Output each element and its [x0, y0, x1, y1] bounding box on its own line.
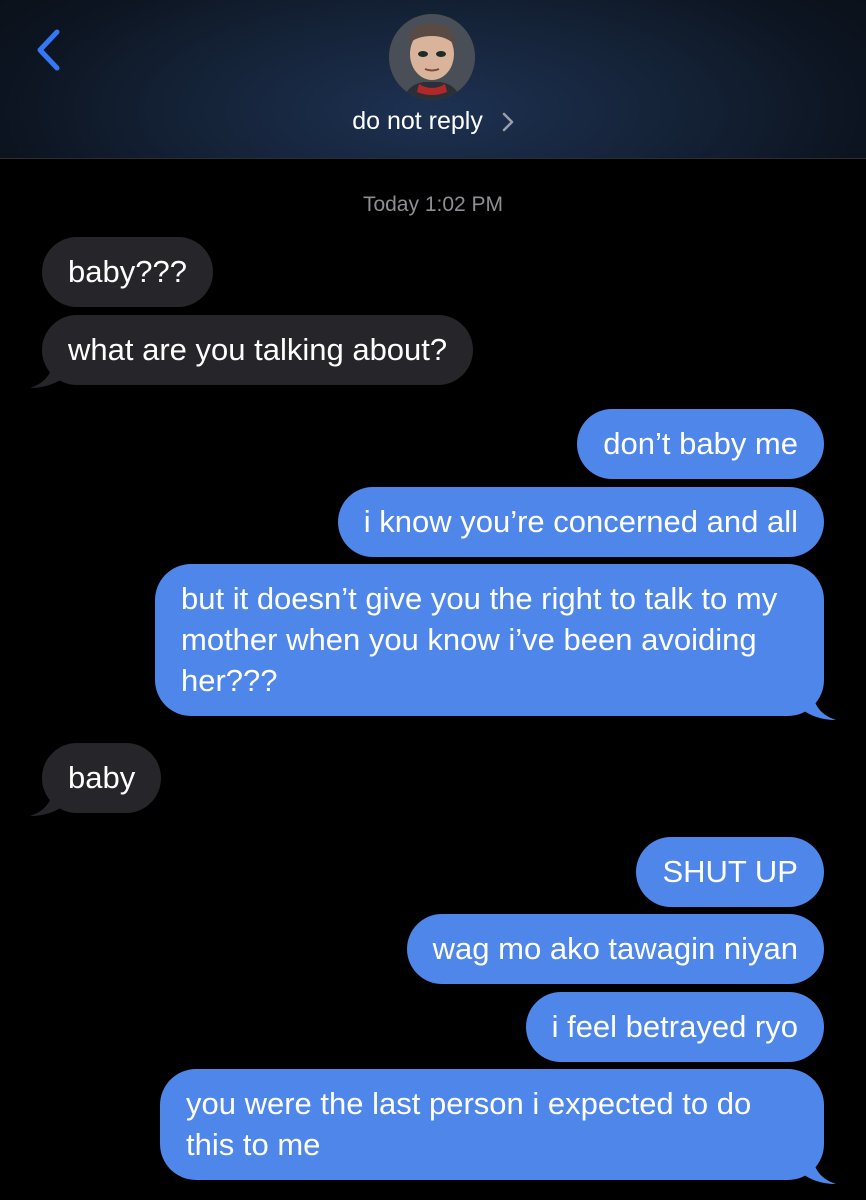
outgoing-message[interactable]: but it doesn’t give you the right to tal…	[155, 564, 824, 716]
incoming-bubble-tail	[30, 352, 66, 388]
message-text: baby	[68, 760, 136, 795]
outgoing-message[interactable]: i feel betrayed ryo	[525, 992, 824, 1062]
outgoing-bubble-tail	[800, 1148, 836, 1184]
chevron-right-icon	[502, 113, 514, 132]
outgoing-message[interactable]: wag mo ako tawagin niyan	[406, 914, 824, 984]
incoming-message[interactable]: baby???	[42, 237, 213, 307]
contact-name-row[interactable]: do not reply	[0, 107, 866, 136]
message-text: wag mo ako tawagin niyan	[432, 931, 798, 966]
outgoing-bubble-tail	[800, 684, 836, 720]
conversation-header: do not reply	[0, 0, 866, 159]
avatar-portrait-icon	[389, 14, 475, 100]
contact-avatar[interactable]	[389, 14, 475, 100]
message-text: SHUT UP	[662, 854, 798, 889]
message-text: i know you’re concerned and all	[363, 504, 798, 539]
incoming-bubble-tail	[30, 780, 66, 816]
message-text: you were the last person i expected to d…	[186, 1086, 752, 1162]
outgoing-message[interactable]: SHUT UP	[636, 837, 824, 907]
contact-name: do not reply	[352, 107, 483, 135]
message-timestamp: Today 1:02 PM	[362, 193, 504, 216]
message-text: but it doesn’t give you the right to tal…	[181, 581, 778, 698]
outgoing-message[interactable]: don’t baby me	[577, 409, 824, 479]
outgoing-message[interactable]: you were the last person i expected to d…	[160, 1069, 824, 1180]
message-text: what are you talking about?	[68, 332, 448, 367]
back-chevron-icon[interactable]	[30, 26, 70, 74]
incoming-message[interactable]: what are you talking about?	[42, 315, 474, 385]
message-text: baby???	[68, 254, 187, 289]
message-text: i feel betrayed ryo	[551, 1009, 798, 1044]
outgoing-message[interactable]: i know you’re concerned and all	[337, 487, 824, 557]
message-text: don’t baby me	[603, 426, 798, 461]
